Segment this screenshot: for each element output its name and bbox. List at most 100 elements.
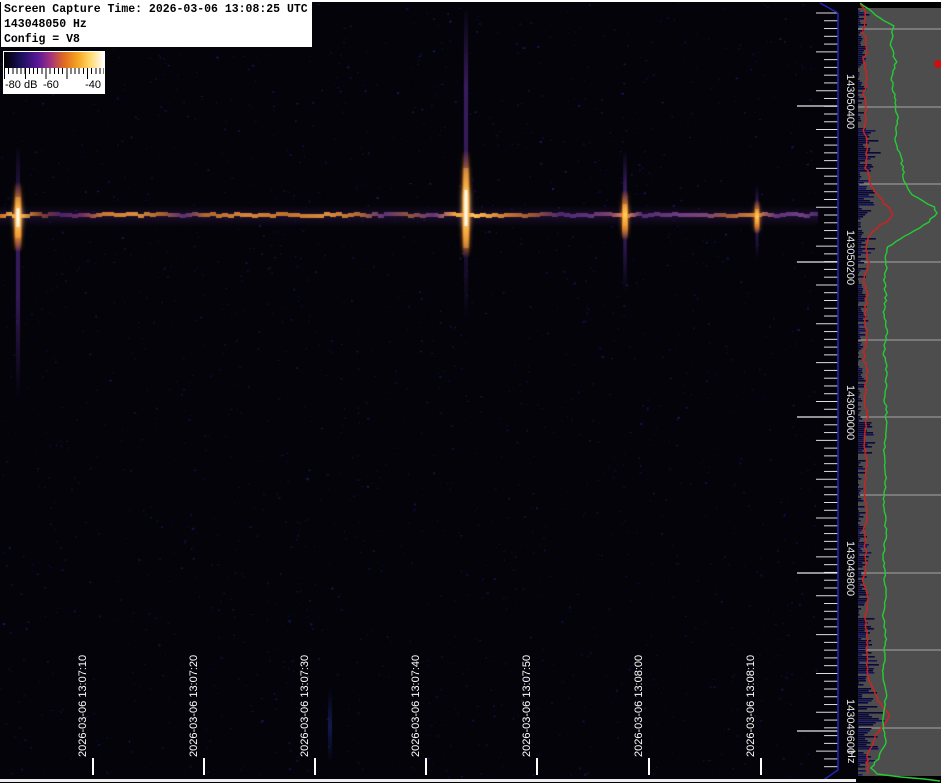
panel-noise-bar — [858, 80, 860, 82]
colormap-labels: -80 dB -60 -40 — [3, 79, 105, 93]
panel-noise-bar — [858, 650, 866, 652]
panel-noise-bar — [858, 506, 864, 508]
panel-noise-bar — [858, 466, 863, 468]
panel-noise-bar — [858, 282, 859, 284]
panel-noise-bar — [858, 416, 860, 418]
panel-noise-bar — [858, 526, 863, 528]
time-tick-label: 2026-03-06 13:07:30 — [298, 655, 312, 757]
time-tick-mark — [203, 758, 205, 775]
panel-noise-bar — [858, 478, 861, 480]
panel-noise-bar — [858, 720, 885, 722]
panel-noise-bar — [858, 566, 862, 568]
panel-noise-bar — [858, 634, 867, 636]
panel-noise-bar — [858, 654, 862, 656]
capture-time-text: Screen Capture Time: 2026-03-06 13:08:25… — [4, 2, 309, 17]
colormap-major-ticks — [4, 68, 104, 79]
panel-noise-bar — [858, 290, 862, 292]
frequency-tick-label: 143049800 — [843, 541, 857, 605]
panel-noise-bar — [858, 682, 859, 684]
panel-noise-bar — [858, 726, 859, 728]
panel-noise-bar — [858, 488, 863, 490]
panel-noise-bar — [858, 648, 866, 650]
panel-noise-bar — [858, 552, 871, 554]
panel-noise-bar — [858, 696, 862, 698]
panel-noise-bar — [858, 170, 871, 172]
panel-noise-bar — [858, 286, 862, 288]
panel-noise-bar — [858, 208, 862, 210]
panel-noise-bar — [858, 224, 860, 226]
panel-noise-bar — [858, 238, 876, 240]
panel-noise-bar — [858, 550, 862, 552]
panel-noise-bar — [858, 418, 862, 420]
spectrum-analyzer-panel[interactable] — [858, 0, 941, 783]
panel-noise-bar — [858, 118, 860, 120]
panel-noise-bar — [858, 84, 861, 86]
panel-noise-bar — [858, 20, 860, 22]
panel-noise-bar — [858, 116, 860, 118]
panel-noise-bar — [858, 624, 865, 626]
panel-noise-bar — [858, 630, 865, 632]
panel-noise-bar — [858, 292, 862, 294]
panel-noise-bar — [858, 500, 863, 502]
panel-noise-bar — [858, 366, 859, 368]
panel-noise-bar — [858, 176, 861, 178]
panel-noise-bar — [858, 546, 867, 548]
panel-noise-bar — [858, 232, 864, 234]
panel-noise-bar — [858, 164, 872, 166]
panel-noise-bar — [858, 188, 866, 190]
panel-noise-bar — [858, 16, 859, 18]
panel-noise-bar — [858, 618, 874, 620]
panel-noise-bar — [858, 740, 868, 742]
time-tick-label: 2026-03-06 13:07:40 — [409, 655, 423, 757]
panel-noise-bar — [858, 58, 866, 60]
panel-noise-bar — [858, 718, 879, 720]
panel-noise-bar — [858, 544, 869, 546]
panel-noise-bar — [858, 198, 864, 200]
panel-noise-bar — [858, 530, 861, 532]
panel-noise-bar — [858, 492, 859, 494]
panel-noise-bar — [858, 752, 864, 754]
panel-noise-bar — [858, 318, 863, 320]
db-label-40: -40 — [85, 79, 101, 91]
panel-noise-bar — [858, 212, 867, 214]
panel-noise-bar — [858, 230, 862, 232]
panel-noise-bar — [858, 38, 863, 40]
panel-noise-bar — [858, 730, 870, 732]
panel-noise-bar — [858, 754, 866, 756]
panel-noise-bar — [858, 330, 866, 332]
panel-noise-bar — [858, 302, 859, 304]
time-tick-mark — [760, 758, 762, 775]
panel-noise-bar — [858, 246, 861, 248]
panel-noise-bar — [858, 324, 864, 326]
panel-noise-bar — [858, 626, 871, 628]
panel-noise-bar — [858, 724, 873, 726]
panel-noise-bar — [858, 554, 859, 556]
panel-noise-bar — [858, 22, 861, 24]
panel-noise-bar — [858, 204, 874, 206]
panel-noise-bar — [858, 202, 873, 204]
panel-noise-bar — [858, 160, 865, 162]
panel-noise-bar — [858, 600, 867, 602]
panel-noise-bar — [858, 270, 860, 272]
panel-noise-bar — [858, 498, 861, 500]
panel-noise-bar — [858, 722, 876, 724]
panel-noise-bar — [858, 570, 864, 572]
panel-noise-bar — [858, 708, 867, 710]
panel-noise-bar — [858, 762, 866, 764]
panel-noise-bar — [858, 250, 862, 252]
panel-noise-bar — [858, 604, 864, 606]
panel-noise-bar — [858, 196, 874, 198]
panel-noise-bar — [858, 540, 859, 542]
panel-noise-bar — [858, 442, 875, 444]
panel-noise-bar — [858, 512, 866, 514]
frequency-tick-label: 143050000 — [843, 385, 857, 449]
panel-noise-bar — [858, 584, 860, 586]
panel-noise-bar — [858, 346, 863, 348]
panel-noise-bar — [858, 74, 860, 76]
panel-noise-bar — [858, 596, 859, 598]
time-tick-mark — [314, 758, 316, 775]
panel-noise-bar — [858, 690, 869, 692]
panel-noise-bar — [858, 120, 861, 122]
panel-noise-bar — [858, 182, 864, 184]
panel-noise-bar — [858, 50, 864, 52]
